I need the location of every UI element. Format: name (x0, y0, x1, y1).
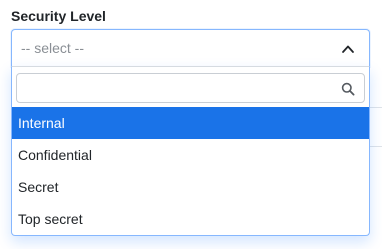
search-box[interactable] (16, 73, 365, 103)
select-dropdown: Internal Confidential Secret Top secret (11, 66, 370, 236)
option-confidential[interactable]: Confidential (12, 139, 369, 171)
field-label: Security Level (11, 8, 106, 24)
search-input[interactable] (17, 74, 337, 102)
chevron-up-icon[interactable] (341, 42, 355, 56)
options-list: Internal Confidential Secret Top secret (12, 107, 369, 235)
option-secret[interactable]: Secret (12, 171, 369, 203)
option-top-secret[interactable]: Top secret (12, 203, 369, 235)
select-placeholder: -- select -- (21, 40, 84, 56)
security-level-select[interactable]: -- select -- (11, 29, 370, 67)
search-icon (341, 82, 355, 96)
option-internal[interactable]: Internal (12, 107, 369, 139)
